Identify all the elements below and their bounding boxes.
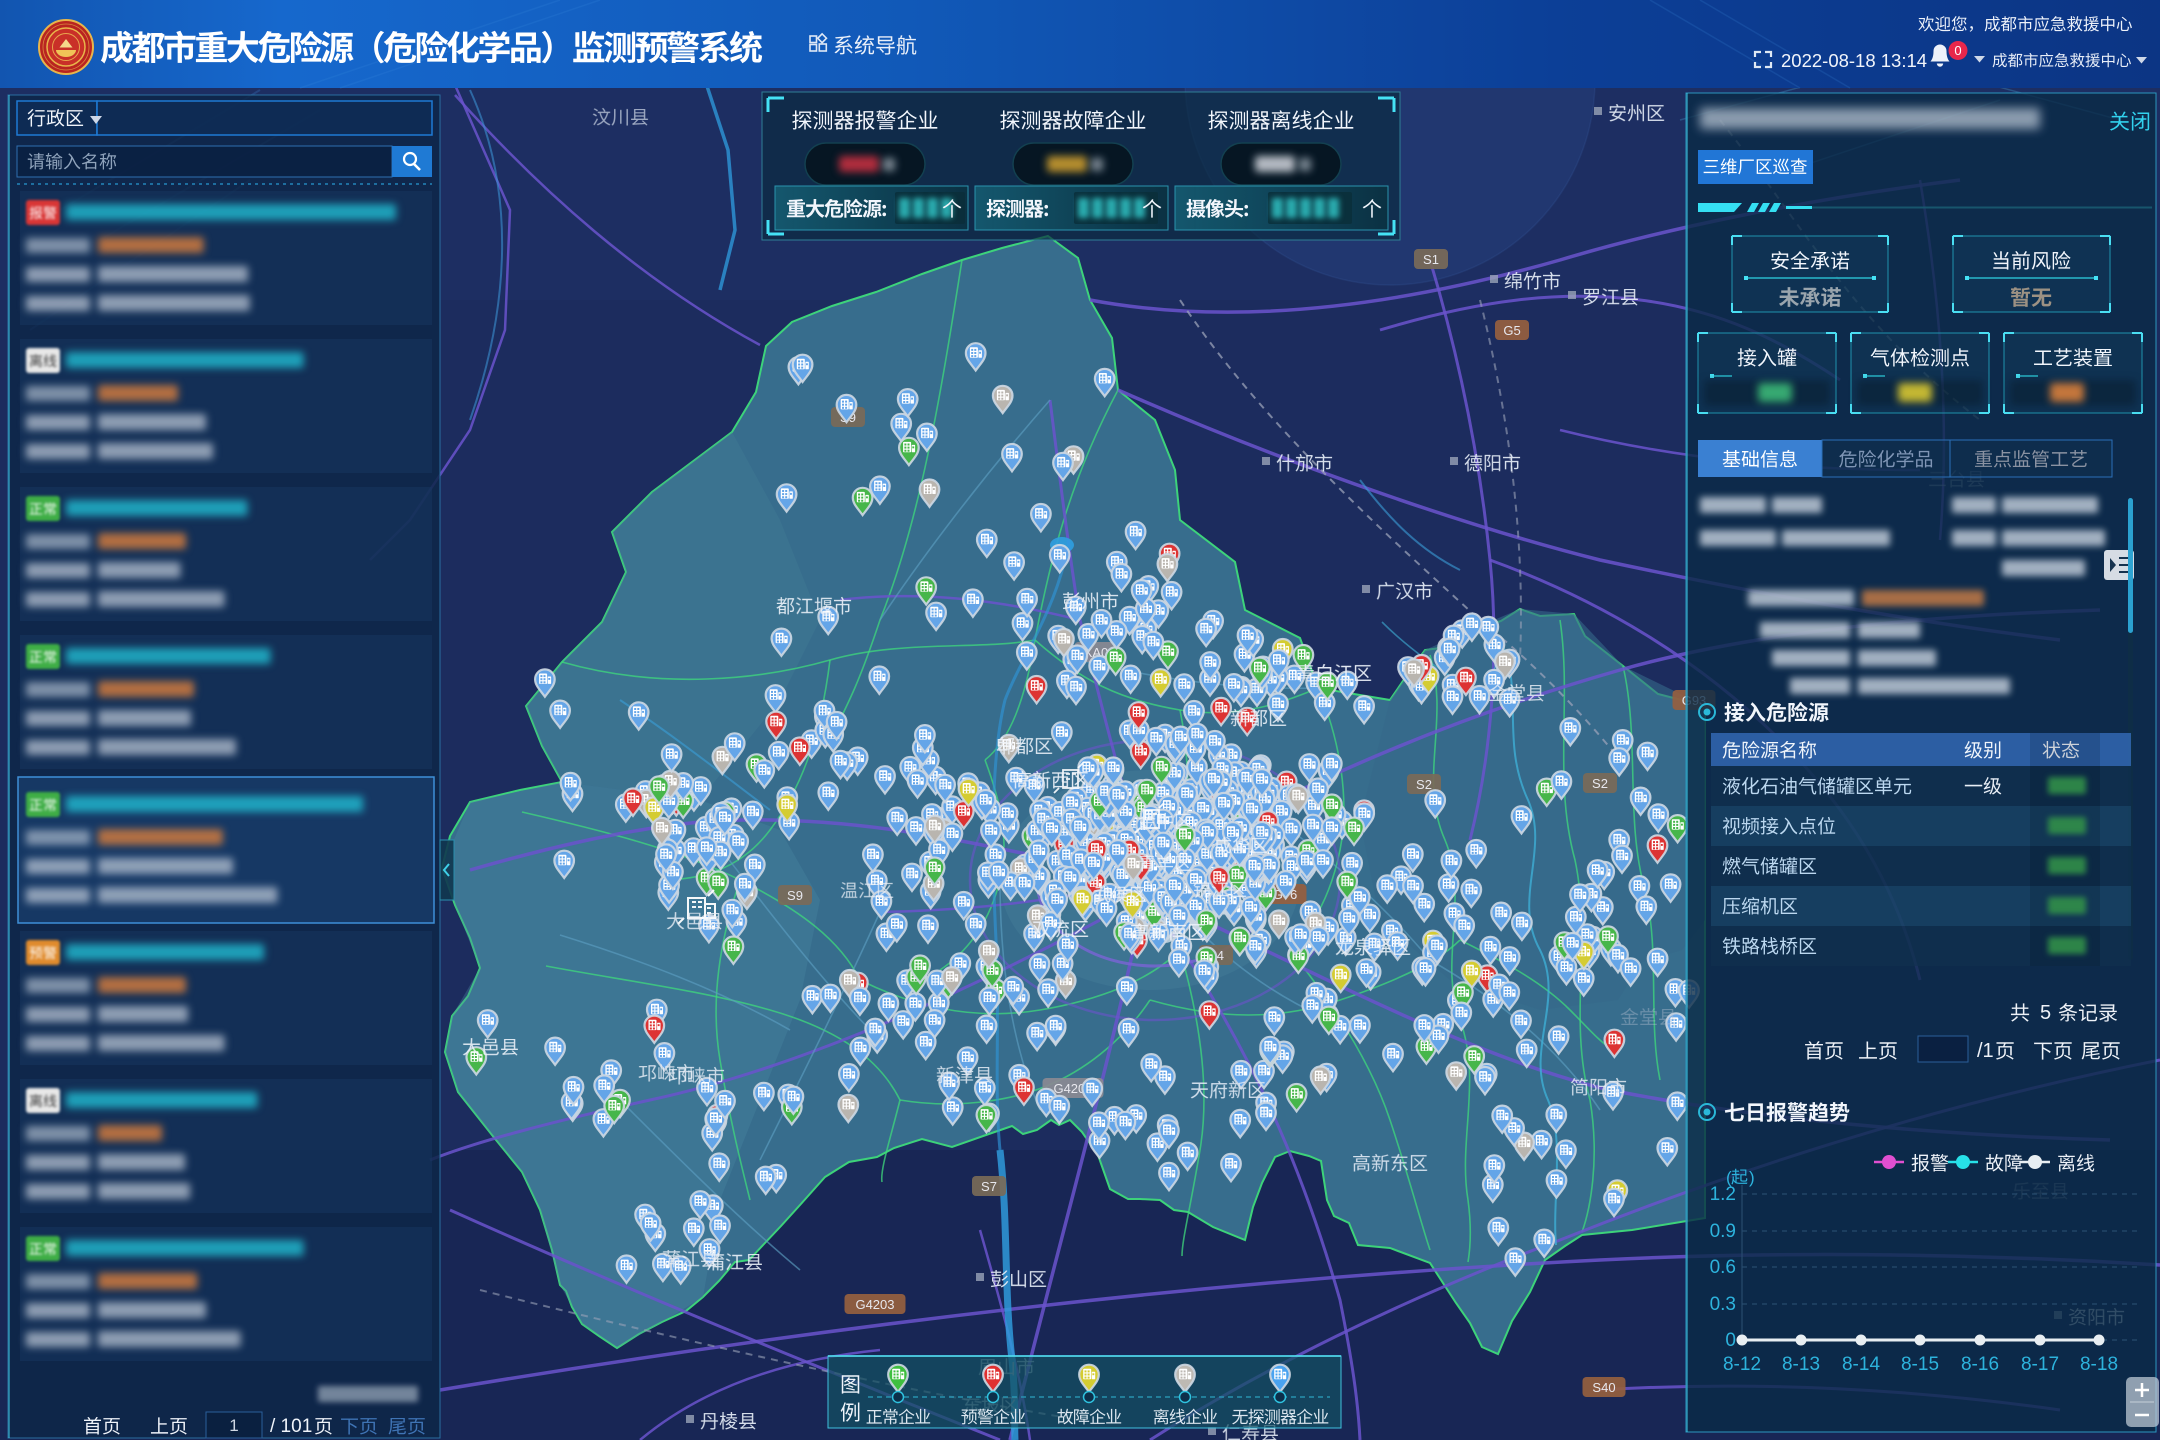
svg-text:): ): [1749, 1168, 1755, 1187]
svg-text:S7: S7: [981, 1179, 997, 1194]
svg-text:8-13: 8-13: [1782, 1354, 1820, 1375]
svg-text:/ 101: / 101: [270, 1416, 312, 1437]
svg-text:8-18: 8-18: [2080, 1354, 2118, 1375]
svg-text:G4203: G4203: [855, 1297, 894, 1312]
svg-text:/1: /1: [1977, 1040, 1994, 1062]
svg-text:0: 0: [1954, 43, 1961, 58]
svg-text:1: 1: [229, 1416, 238, 1435]
svg-text:8-16: 8-16: [1961, 1354, 1999, 1375]
svg-text:0.3: 0.3: [1710, 1294, 1736, 1315]
svg-text:8-12: 8-12: [1723, 1354, 1761, 1375]
svg-text:S2: S2: [1416, 777, 1432, 792]
svg-text:G5: G5: [1503, 323, 1520, 338]
svg-text:S2: S2: [1592, 776, 1608, 791]
svg-text:2022-08-18 13:14: 2022-08-18 13:14: [1781, 50, 1927, 71]
svg-text:8-14: 8-14: [1842, 1354, 1880, 1375]
svg-text:S1: S1: [1423, 252, 1439, 267]
svg-text:5: 5: [2040, 1002, 2051, 1024]
svg-text:0.9: 0.9: [1710, 1221, 1736, 1242]
svg-text:8-17: 8-17: [2021, 1354, 2059, 1375]
svg-text:S9: S9: [787, 888, 803, 903]
svg-text:S40: S40: [1592, 1380, 1615, 1395]
svg-text:0.6: 0.6: [1710, 1257, 1736, 1278]
svg-text:0: 0: [1725, 1330, 1736, 1351]
svg-text:1.2: 1.2: [1710, 1184, 1736, 1205]
svg-text:8-15: 8-15: [1901, 1354, 1939, 1375]
